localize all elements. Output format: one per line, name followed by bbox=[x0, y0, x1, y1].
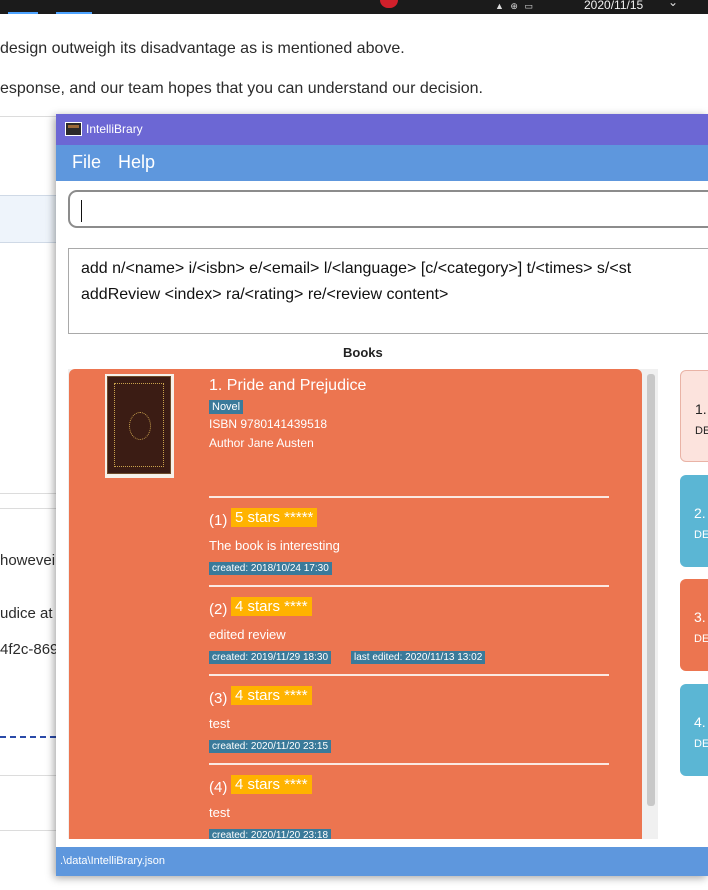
side-card[interactable]: 2. DE bbox=[680, 475, 708, 567]
result-display[interactable]: add n/<name> i/<isbn> e/<email> l/<langu… bbox=[68, 248, 708, 334]
rating-badge: 4 stars **** bbox=[231, 686, 312, 705]
side-card-index: 4. bbox=[694, 714, 706, 730]
result-line: add n/<name> i/<isbn> e/<email> l/<langu… bbox=[81, 260, 632, 277]
side-card[interactable]: 3. DE bbox=[680, 579, 708, 671]
review-content: The book is interesting bbox=[209, 538, 340, 553]
book-title: 1. Pride and Prejudice bbox=[209, 377, 367, 394]
background-text: howevei bbox=[0, 552, 56, 569]
menu-bar: File Help bbox=[56, 145, 708, 181]
result-line: addReview <index> ra/<rating> re/<review… bbox=[81, 286, 449, 303]
background-text: 4f2c-869 bbox=[0, 641, 59, 658]
review-content: test bbox=[209, 716, 230, 731]
book-author: Author Jane Austen bbox=[209, 436, 314, 450]
command-input[interactable] bbox=[80, 196, 684, 224]
divider bbox=[0, 493, 58, 494]
divider bbox=[0, 775, 58, 776]
divider bbox=[209, 763, 609, 765]
review-index: (1) bbox=[209, 512, 228, 529]
category-tag: Novel bbox=[209, 400, 244, 414]
side-card-detail: DE bbox=[694, 633, 708, 645]
created-timestamp: created: 2020/11/20 23:15 bbox=[209, 740, 332, 753]
review-index: (3) bbox=[209, 690, 228, 707]
background-text: design outweigh its disadvantage as is m… bbox=[0, 40, 405, 57]
created-timestamp: created: 2020/11/20 23:18 bbox=[209, 829, 332, 839]
review-content: test bbox=[209, 805, 230, 820]
side-card-index: 3. bbox=[694, 609, 706, 625]
menu-file[interactable]: File bbox=[72, 152, 101, 173]
rating-badge: 5 stars ***** bbox=[231, 508, 318, 527]
app-logo-icon bbox=[65, 122, 82, 136]
side-card-detail: DE bbox=[695, 425, 708, 437]
book-card[interactable]: 1. Pride and Prejudice Novel ISBN 978014… bbox=[69, 369, 642, 839]
review-index: (4) bbox=[209, 779, 228, 796]
taskbar-app-icon[interactable] bbox=[380, 0, 398, 8]
rating-badge: 4 stars **** bbox=[231, 775, 312, 794]
scrollbar-thumb[interactable] bbox=[647, 374, 655, 806]
created-timestamp: created: 2019/11/29 18:30 bbox=[209, 651, 332, 664]
app-window: IntelliBrary File Help add n/<name> i/<i… bbox=[56, 114, 708, 876]
background-text: esponse, and our team hopes that you can… bbox=[0, 80, 483, 97]
taskbar-date[interactable]: 2020/11/15 bbox=[584, 0, 643, 12]
divider bbox=[0, 116, 58, 117]
text-caret bbox=[81, 200, 82, 222]
window-title: IntelliBrary bbox=[86, 122, 143, 136]
side-card-detail: DE bbox=[694, 529, 708, 541]
background-text: udice at bbox=[0, 605, 53, 622]
chevron-down-icon[interactable]: ⌄ bbox=[668, 0, 678, 9]
divider bbox=[0, 508, 58, 509]
system-tray-icons[interactable]: ▲ ⊕ ▭ bbox=[495, 1, 575, 11]
books-panel-title: Books bbox=[343, 345, 383, 360]
side-card-index: 2. bbox=[694, 505, 706, 521]
side-card[interactable]: 1. DE bbox=[680, 370, 708, 462]
divider bbox=[209, 496, 609, 498]
edited-timestamp: last edited: 2020/11/13 13:02 bbox=[351, 651, 486, 664]
book-isbn: ISBN 9780141439518 bbox=[209, 417, 328, 431]
side-card-detail: DE bbox=[694, 738, 708, 750]
taskbar: ▲ ⊕ ▭ 2020/11/15 ⌄ bbox=[0, 0, 708, 14]
taskbar-app-icon[interactable] bbox=[8, 0, 38, 14]
status-bar: .\data\IntelliBrary.json bbox=[56, 847, 708, 876]
side-card[interactable]: 4. DE bbox=[680, 684, 708, 776]
side-card-index: 1. bbox=[695, 401, 707, 417]
command-box[interactable] bbox=[68, 190, 708, 228]
divider bbox=[209, 674, 609, 676]
dashed-divider bbox=[0, 736, 56, 738]
book-list[interactable]: 1. Pride and Prejudice Novel ISBN 978014… bbox=[68, 369, 658, 839]
title-bar[interactable]: IntelliBrary bbox=[56, 114, 708, 145]
divider bbox=[209, 585, 609, 587]
book-cover-image bbox=[105, 374, 174, 478]
menu-help[interactable]: Help bbox=[118, 152, 155, 173]
data-file-path: .\data\IntelliBrary.json bbox=[60, 855, 165, 867]
created-timestamp: created: 2018/10/24 17:30 bbox=[209, 562, 332, 575]
background-panel bbox=[0, 195, 58, 243]
divider bbox=[0, 830, 58, 831]
review-content: edited review bbox=[209, 627, 286, 642]
review-index: (2) bbox=[209, 601, 228, 618]
taskbar-app-icon[interactable] bbox=[56, 0, 92, 14]
rating-badge: 4 stars **** bbox=[231, 597, 312, 616]
